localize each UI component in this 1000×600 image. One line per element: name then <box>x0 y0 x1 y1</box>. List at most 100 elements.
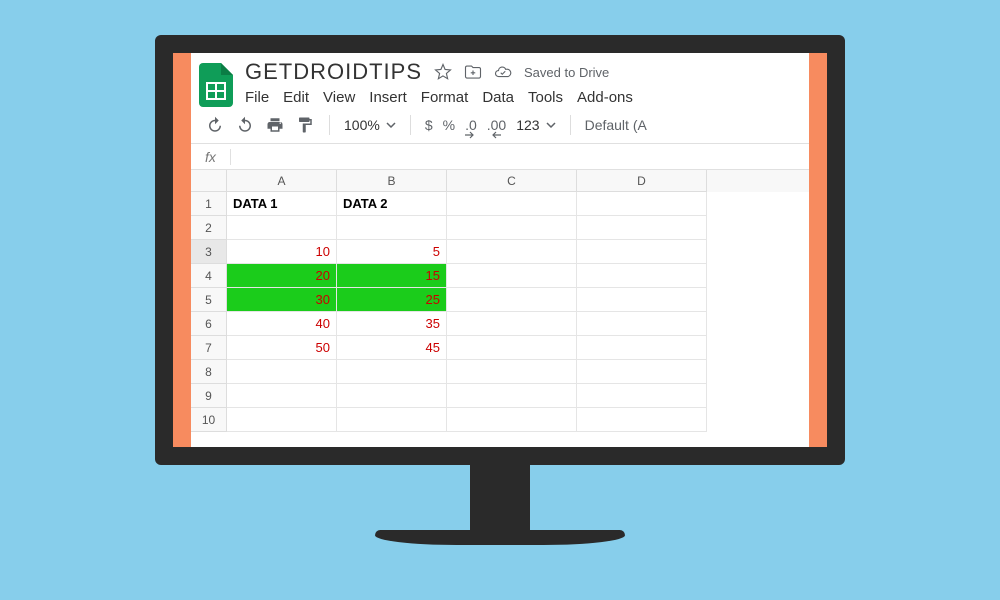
cell-C3[interactable] <box>447 240 577 264</box>
row-header-7[interactable]: 7 <box>191 336 227 360</box>
format-currency-button[interactable]: $ <box>425 117 433 133</box>
cell-B8[interactable] <box>337 360 447 384</box>
cell-D9[interactable] <box>577 384 707 408</box>
cell-D6[interactable] <box>577 312 707 336</box>
row-header-8[interactable]: 8 <box>191 360 227 384</box>
cell-A6[interactable]: 40 <box>227 312 337 336</box>
row-4: 42015 <box>191 264 809 288</box>
cell-B3[interactable]: 5 <box>337 240 447 264</box>
spreadsheet-grid[interactable]: ABCD 1DATA 1DATA 22310542015530256403575… <box>191 170 809 432</box>
chevron-down-icon <box>546 120 556 130</box>
cell-D8[interactable] <box>577 360 707 384</box>
cell-C9[interactable] <box>447 384 577 408</box>
cell-A4[interactable]: 20 <box>227 264 337 288</box>
more-formats-dropdown[interactable]: 123 <box>516 117 555 133</box>
move-folder-icon[interactable] <box>464 63 482 81</box>
cell-B4[interactable]: 15 <box>337 264 447 288</box>
cell-B7[interactable]: 45 <box>337 336 447 360</box>
row-9: 9 <box>191 384 809 408</box>
undo-button[interactable] <box>205 115 225 135</box>
row-header-5[interactable]: 5 <box>191 288 227 312</box>
row-header-9[interactable]: 9 <box>191 384 227 408</box>
row-header-1[interactable]: 1 <box>191 192 227 216</box>
title-row: GETDROIDTIPS Saved to Drive <box>245 59 801 85</box>
cell-D4[interactable] <box>577 264 707 288</box>
fx-label: fx <box>191 149 231 165</box>
cell-D10[interactable] <box>577 408 707 432</box>
menu-data[interactable]: Data <box>482 89 514 106</box>
menu-format[interactable]: Format <box>421 89 469 106</box>
formula-bar: fx <box>191 144 809 170</box>
cell-D2[interactable] <box>577 216 707 240</box>
row-header-3[interactable]: 3 <box>191 240 227 264</box>
cell-A1[interactable]: DATA 1 <box>227 192 337 216</box>
toolbar-separator <box>410 115 411 135</box>
cell-C8[interactable] <box>447 360 577 384</box>
title-area: GETDROIDTIPS Saved to Drive File Edit Vi… <box>245 59 801 106</box>
cell-C6[interactable] <box>447 312 577 336</box>
sheets-app: GETDROIDTIPS Saved to Drive File Edit Vi… <box>191 53 809 447</box>
row-header-6[interactable]: 6 <box>191 312 227 336</box>
format-percent-button[interactable]: % <box>443 117 455 133</box>
cell-B1[interactable]: DATA 2 <box>337 192 447 216</box>
cell-B2[interactable] <box>337 216 447 240</box>
cell-A7[interactable]: 50 <box>227 336 337 360</box>
paint-format-button[interactable] <box>295 115 315 135</box>
row-3: 3105 <box>191 240 809 264</box>
increase-decimal-button[interactable]: .00 <box>487 117 506 133</box>
toolbar: 100% $ % .0 .00 123 D <box>191 107 809 144</box>
cell-C7[interactable] <box>447 336 577 360</box>
cell-A10[interactable] <box>227 408 337 432</box>
sheets-logo-icon <box>199 63 233 107</box>
column-header-D[interactable]: D <box>577 170 707 192</box>
print-button[interactable] <box>265 115 285 135</box>
cell-B6[interactable]: 35 <box>337 312 447 336</box>
formula-input[interactable] <box>231 149 809 164</box>
cell-C5[interactable] <box>447 288 577 312</box>
cell-A5[interactable]: 30 <box>227 288 337 312</box>
cell-C2[interactable] <box>447 216 577 240</box>
cell-B9[interactable] <box>337 384 447 408</box>
menu-tools[interactable]: Tools <box>528 89 563 106</box>
menu-file[interactable]: File <box>245 89 269 106</box>
cloud-saved-icon[interactable] <box>494 63 512 81</box>
row-7: 75045 <box>191 336 809 360</box>
saved-status: Saved to Drive <box>524 65 609 80</box>
decrease-decimal-button[interactable]: .0 <box>465 117 477 133</box>
app-header: GETDROIDTIPS Saved to Drive File Edit Vi… <box>191 53 809 107</box>
row-2: 2 <box>191 216 809 240</box>
menu-edit[interactable]: Edit <box>283 89 309 106</box>
cell-D7[interactable] <box>577 336 707 360</box>
chevron-down-icon <box>386 120 396 130</box>
column-header-A[interactable]: A <box>227 170 337 192</box>
font-dropdown[interactable]: Default (A <box>585 117 647 133</box>
menu-view[interactable]: View <box>323 89 355 106</box>
row-header-10[interactable]: 10 <box>191 408 227 432</box>
cell-A2[interactable] <box>227 216 337 240</box>
cell-C1[interactable] <box>447 192 577 216</box>
zoom-dropdown[interactable]: 100% <box>344 117 396 133</box>
cell-D3[interactable] <box>577 240 707 264</box>
cell-A3[interactable]: 10 <box>227 240 337 264</box>
cell-A9[interactable] <box>227 384 337 408</box>
cell-D1[interactable] <box>577 192 707 216</box>
row-header-4[interactable]: 4 <box>191 264 227 288</box>
cell-C10[interactable] <box>447 408 577 432</box>
redo-button[interactable] <box>235 115 255 135</box>
row-6: 64035 <box>191 312 809 336</box>
cell-D5[interactable] <box>577 288 707 312</box>
menu-addons[interactable]: Add-ons <box>577 89 633 106</box>
column-header-B[interactable]: B <box>337 170 447 192</box>
cell-A8[interactable] <box>227 360 337 384</box>
cell-B10[interactable] <box>337 408 447 432</box>
cell-C4[interactable] <box>447 264 577 288</box>
column-header-C[interactable]: C <box>447 170 577 192</box>
doc-title[interactable]: GETDROIDTIPS <box>245 59 422 85</box>
toolbar-separator <box>570 115 571 135</box>
menu-insert[interactable]: Insert <box>369 89 407 106</box>
menubar: File Edit View Insert Format Data Tools … <box>245 89 801 106</box>
select-all-corner[interactable] <box>191 170 227 192</box>
row-header-2[interactable]: 2 <box>191 216 227 240</box>
star-icon[interactable] <box>434 63 452 81</box>
cell-B5[interactable]: 25 <box>337 288 447 312</box>
